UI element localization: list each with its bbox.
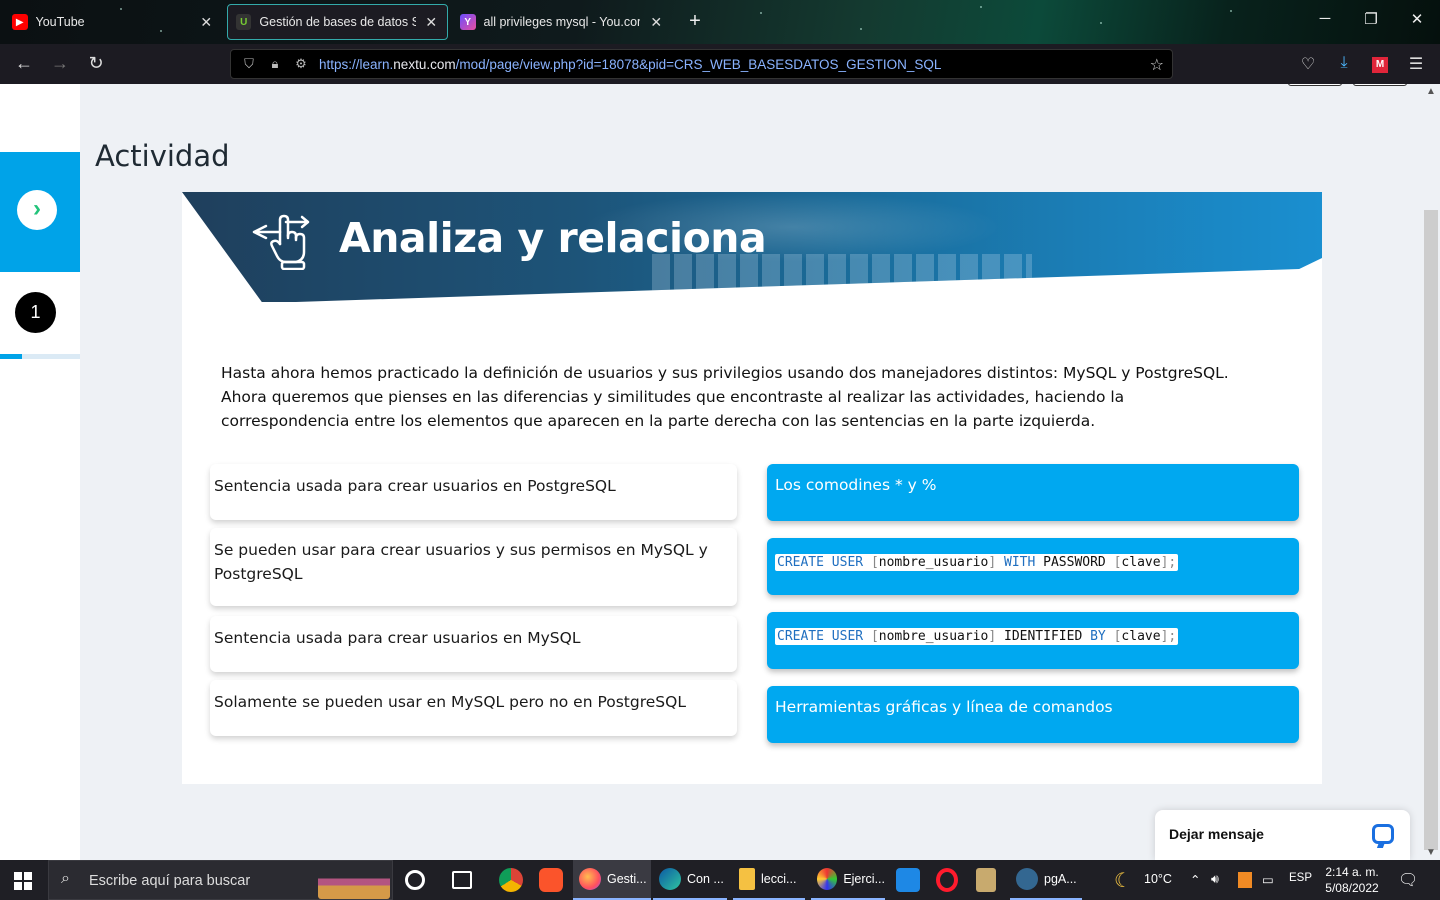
notifications-icon[interactable]: 🗨︎ [1398,870,1418,890]
bookmark-star-icon[interactable]: ☆ [1150,55,1164,75]
extension-icon[interactable]: M [1368,54,1392,73]
back-icon[interactable]: ← [12,53,36,74]
taskbar-search[interactable]: ⌕ Escribe aquí para buscar [48,860,393,900]
minimize-icon[interactable]: ─ [1310,10,1340,27]
show-hidden-icons-icon[interactable]: ⌃ [1190,872,1200,887]
page-title: Actividad [95,139,230,173]
url-bar[interactable]: ⛉ 🔒︎ ⚙ https://learn.nextu.com/mod/page/… [230,49,1173,79]
forward-icon[interactable]: → [48,53,72,74]
taskbar-app-pgadmin[interactable]: pgA... [1010,860,1082,900]
folder-icon [739,868,755,890]
vscode-icon[interactable] [896,868,920,892]
sql-code: CREATE USER [nombre_usuario] IDENTIFIED … [775,628,1179,645]
scrollbar-thumb[interactable] [1424,210,1438,850]
top-button-right[interactable] [1353,84,1407,86]
edge-icon [659,868,681,890]
weather-temperature[interactable]: 10°C [1144,872,1172,886]
answer-text: Herramientas gráficas y línea de comando… [775,698,1113,716]
close-tab-icon[interactable]: ✕ [648,14,664,31]
network-icon[interactable]: ▭ [1262,872,1274,887]
tray-app-icon[interactable] [1238,872,1252,888]
taskbar-app-paint[interactable]: Ejerci... [811,860,885,900]
url-text[interactable]: https://learn.nextu.com/mod/page/view.ph… [319,57,941,72]
shield-icon[interactable]: ⛉ [241,56,257,72]
chat-widget[interactable]: Dejar mensaje [1155,810,1410,860]
permissions-icon[interactable]: ⚙ [293,56,309,72]
volume-icon[interactable]: 🔊︎ [1211,872,1219,887]
league-icon[interactable] [976,868,996,892]
search-highlight-art [318,865,390,899]
progress-bar [0,354,80,359]
moon-weather-icon[interactable]: ☾ [1114,868,1132,893]
taskbar-app-explorer[interactable]: lecci... [733,860,805,900]
page-scrollbar[interactable]: ▲ ▼ [1422,84,1440,860]
tab-title: YouTube [35,15,85,29]
answer-text: Los comodines * y % [775,476,937,494]
pgadmin-icon [1016,868,1038,890]
search-placeholder: Escribe aquí para buscar [89,873,251,889]
taskbar-app-firefox[interactable]: Gesti... [573,860,651,900]
tab-gestion-bases-datos[interactable]: U Gestión de bases de datos SQL: ✕ [227,4,448,40]
youcom-icon: Y [460,14,476,30]
match-left-item[interactable]: Sentencia usada para crear usuarios en P… [210,464,737,520]
chevron-right-icon[interactable]: › [17,190,57,230]
match-left-item[interactable]: Se pueden usar para crear usuarios y sus… [210,528,737,606]
reload-icon[interactable]: ↻ [84,53,108,74]
nextu-icon: U [236,14,252,30]
tab-title: all privileges mysql - You.com | [483,15,641,29]
match-left-item[interactable]: Solamente se pueden usar en MySQL pero n… [210,680,737,736]
taskbar-clock[interactable]: 2:14 a. m. 5/08/2022 [1316,864,1388,896]
browser-nav-bar: ← → ↻ ⛉ 🔒︎ ⚙ https://learn.nextu.com/mod… [0,44,1440,84]
language-indicator[interactable]: ESP [1289,872,1312,884]
firefox-icon [579,868,601,890]
step-number-badge[interactable]: 1 [15,292,56,333]
tab-youtube[interactable]: ▶ YouTube ✕ [4,4,222,40]
match-left-item[interactable]: Sentencia usada para crear usuarios en M… [210,616,737,672]
tab-title: Gestión de bases de datos SQL: [259,15,415,29]
draggable-answer[interactable]: Herramientas gráficas y línea de comando… [767,686,1299,743]
download-icon[interactable]: ⤓ [1332,54,1356,72]
windows-start-icon[interactable] [14,872,32,890]
taskbar-app-edge[interactable]: Con ... [653,860,727,900]
chat-label: Dejar mensaje [1169,826,1264,842]
close-tab-icon[interactable]: ✕ [424,14,439,31]
opera-icon[interactable] [936,868,958,892]
new-tab-button[interactable]: + [684,10,706,33]
sql-code: CREATE USER [nombre_usuario] WITH PASSWO… [775,554,1179,571]
progress-bar-fill [0,354,23,359]
restore-icon[interactable]: ❐ [1356,10,1386,28]
draggable-answer[interactable]: CREATE USER [nombre_usuario] IDENTIFIED … [767,612,1299,669]
page-content: › 1 Actividad Analiza y relaciona Hasta … [0,84,1440,860]
activity-card: Analiza y relaciona Hasta ahora hemos pr… [182,192,1322,784]
close-window-icon[interactable]: ✕ [1402,10,1432,28]
draggable-answer[interactable]: CREATE USER [nombre_usuario] WITH PASSWO… [767,538,1299,595]
top-button-left[interactable] [1288,84,1342,86]
windows-taskbar: ⌕ Escribe aquí para buscar Gesti... Con … [0,860,1440,900]
tab-youcom[interactable]: Y all privileges mysql - You.com | ✕ [452,4,672,40]
task-view-icon[interactable] [452,871,472,889]
chat-bubble-icon[interactable] [1372,824,1394,844]
paint-icon [817,868,838,890]
scroll-up-icon[interactable]: ▲ [1426,86,1436,97]
hand-arrows-icon [252,214,310,270]
draggable-answer[interactable]: Los comodines * y % [767,464,1299,521]
lock-icon[interactable]: 🔒︎ [267,56,283,72]
pocket-icon[interactable]: ♡ [1296,54,1320,74]
browser-tab-strip: ▶ YouTube ✕ U Gestión de bases de datos … [0,0,1440,44]
scroll-down-icon[interactable]: ▼ [1426,847,1436,858]
youtube-icon: ▶ [12,14,28,30]
menu-icon[interactable]: ☰ [1404,54,1428,74]
banner-title: Analiza y relaciona [339,214,767,262]
chrome-icon[interactable] [499,868,523,892]
search-icon: ⌕ [61,870,70,887]
sidebar: › 1 [0,84,80,860]
close-tab-icon[interactable]: ✕ [199,14,215,31]
brave-icon[interactable] [539,868,563,892]
cortana-icon[interactable] [405,870,425,890]
intro-paragraph: Hasta ahora hemos practicado la definici… [221,364,1229,430]
